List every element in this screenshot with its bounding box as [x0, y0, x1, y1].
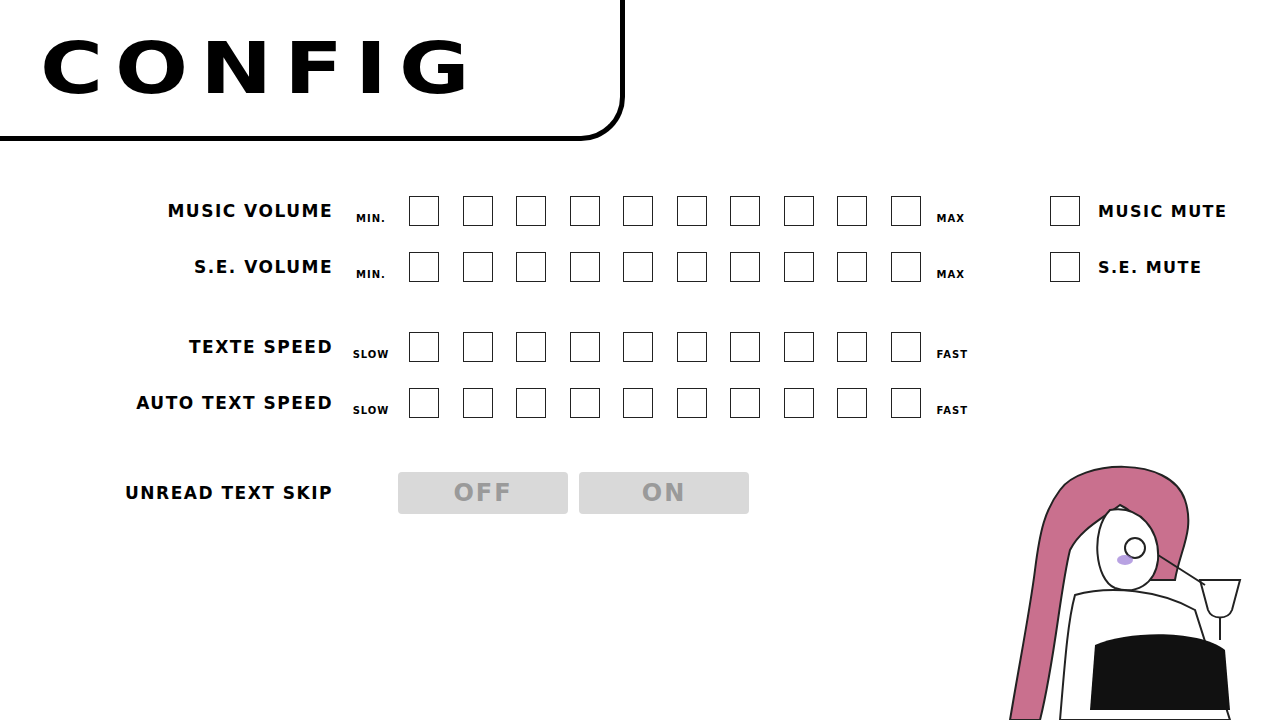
- slider-step[interactable]: [570, 252, 600, 282]
- slider-step[interactable]: [730, 388, 760, 418]
- slider-step[interactable]: [784, 252, 814, 282]
- slider-step[interactable]: [623, 332, 653, 362]
- slider-step[interactable]: [677, 388, 707, 418]
- slider-step[interactable]: [409, 252, 439, 282]
- slider-track[interactable]: [409, 388, 921, 418]
- slider-step[interactable]: [784, 388, 814, 418]
- config-title: CONFIG: [40, 33, 482, 104]
- unread-skip-toggle: OFF ON: [398, 472, 749, 514]
- slider-step[interactable]: [623, 196, 653, 226]
- text-speed-group: TEXTE SPEEDSLOWFASTAUTO TEXT SPEEDSLOWFA…: [0, 332, 1280, 418]
- slider-step[interactable]: [409, 196, 439, 226]
- config-header: CONFIG: [0, 0, 625, 141]
- mute-label: S.E. MUTE: [1098, 258, 1202, 277]
- slider-step[interactable]: [677, 252, 707, 282]
- config-screen: CONFIGMUSIC VOLUMEMIN.MAXMUSIC MUTES.E. …: [0, 0, 1280, 720]
- slider-step[interactable]: [730, 332, 760, 362]
- slider-step[interactable]: [837, 196, 867, 226]
- mute-checkbox[interactable]: [1050, 196, 1080, 226]
- slider-step[interactable]: [409, 388, 439, 418]
- slider-step[interactable]: [570, 196, 600, 226]
- slider-step[interactable]: [891, 388, 921, 418]
- slider-label: S.E. VOLUME: [0, 257, 333, 277]
- slider-step[interactable]: [837, 332, 867, 362]
- slider-label: MUSIC VOLUME: [0, 201, 333, 221]
- max-label: FAST: [921, 349, 997, 362]
- min-label: MIN.: [333, 269, 409, 282]
- slider-step[interactable]: [463, 332, 493, 362]
- mute-option[interactable]: S.E. MUTE: [1050, 252, 1280, 282]
- slider-step[interactable]: [516, 252, 546, 282]
- slider-step[interactable]: [677, 196, 707, 226]
- character-illustration-icon: [1000, 460, 1275, 720]
- slider-step[interactable]: [730, 252, 760, 282]
- slider-step[interactable]: [570, 388, 600, 418]
- slider-label: TEXTE SPEED: [0, 337, 333, 357]
- min-label: SLOW: [333, 405, 409, 418]
- slider-step[interactable]: [516, 332, 546, 362]
- min-label: MIN.: [333, 213, 409, 226]
- slider-step[interactable]: [837, 252, 867, 282]
- slider-step[interactable]: [623, 252, 653, 282]
- min-label: SLOW: [333, 349, 409, 362]
- slider-row: AUTO TEXT SPEEDSLOW FAST: [0, 388, 1280, 418]
- slider-step[interactable]: [891, 252, 921, 282]
- unread-skip-label: UNREAD TEXT SKIP: [0, 483, 333, 503]
- slider-row: MUSIC VOLUMEMIN. MAX MUSIC MUTE: [0, 196, 1280, 226]
- slider-step[interactable]: [463, 196, 493, 226]
- mute-label: MUSIC MUTE: [1098, 202, 1227, 221]
- slider-step[interactable]: [516, 196, 546, 226]
- slider-step[interactable]: [784, 332, 814, 362]
- slider-step[interactable]: [409, 332, 439, 362]
- volume-group: MUSIC VOLUMEMIN.MAXMUSIC MUTES.E. VOLUME…: [0, 196, 1280, 282]
- max-label: FAST: [921, 405, 997, 418]
- slider-track[interactable]: [409, 252, 921, 282]
- slider-track[interactable]: [409, 332, 921, 362]
- max-label: MAX: [921, 269, 997, 282]
- slider-row: S.E. VOLUMEMIN. MAX S.E. MUTE: [0, 252, 1280, 282]
- slider-step[interactable]: [784, 196, 814, 226]
- mute-option[interactable]: MUSIC MUTE: [1050, 196, 1280, 226]
- max-label: MAX: [921, 213, 997, 226]
- settings-panel: MUSIC VOLUMEMIN.MAXMUSIC MUTES.E. VOLUME…: [0, 141, 1280, 514]
- toggle-button[interactable]: ON: [579, 472, 749, 514]
- slider-step[interactable]: [570, 332, 600, 362]
- slider-step[interactable]: [516, 388, 546, 418]
- slider-label: AUTO TEXT SPEED: [0, 393, 333, 413]
- slider-step[interactable]: [730, 196, 760, 226]
- slider-step[interactable]: [891, 332, 921, 362]
- slider-step[interactable]: [677, 332, 707, 362]
- slider-step[interactable]: [837, 388, 867, 418]
- slider-step[interactable]: [891, 196, 921, 226]
- mute-checkbox[interactable]: [1050, 252, 1080, 282]
- slider-track[interactable]: [409, 196, 921, 226]
- slider-step[interactable]: [623, 388, 653, 418]
- slider-row: TEXTE SPEEDSLOW FAST: [0, 332, 1280, 362]
- slider-step[interactable]: [463, 252, 493, 282]
- slider-step[interactable]: [463, 388, 493, 418]
- toggle-button[interactable]: OFF: [398, 472, 568, 514]
